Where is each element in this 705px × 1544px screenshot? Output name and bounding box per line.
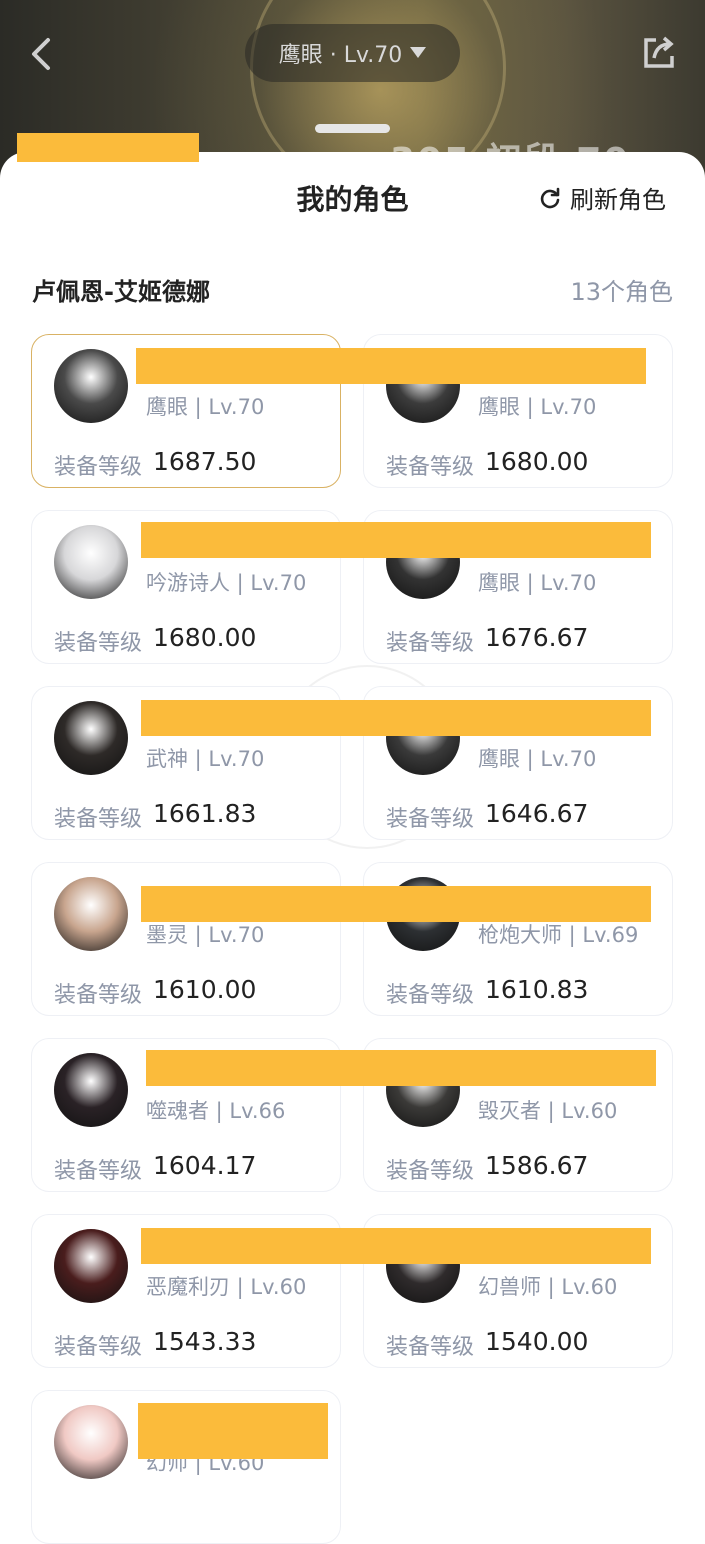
- equip-level-label: 装备等级: [54, 455, 143, 480]
- character-class-level: 毁灭者 | Lv.60: [478, 1099, 618, 1123]
- character-selector[interactable]: 鹰眼 · Lv.70: [245, 24, 460, 82]
- equip-level-label: 装备等级: [386, 983, 475, 1008]
- equip-level-value: 1676.67: [485, 623, 589, 652]
- character-avatar: [54, 1053, 128, 1127]
- character-avatar: [54, 877, 128, 951]
- character-avatar: [54, 1229, 128, 1303]
- equip-level-label: 装备等级: [54, 1159, 143, 1184]
- character-selector-label: 鹰眼 · Lv.70: [278, 43, 403, 68]
- refresh-icon: [540, 187, 560, 208]
- character-class-level: 噬魂者 | Lv.66: [146, 1099, 286, 1123]
- character-class-level: 吟游诗人 | Lv.70: [146, 571, 307, 595]
- redacted-block: [17, 133, 199, 162]
- share-icon[interactable]: [640, 34, 680, 74]
- sheet-drag-handle[interactable]: [315, 124, 390, 133]
- server-name: 卢佩恩-艾姬德娜: [32, 278, 210, 306]
- redacted-block: [141, 700, 651, 736]
- equip-level-value: 1646.67: [485, 799, 589, 828]
- equip-level-label: 装备等级: [386, 1159, 475, 1184]
- refresh-label: 刷新角色: [570, 186, 666, 214]
- character-class-level: 幻兽师 | Lv.60: [478, 1275, 618, 1299]
- character-class-level: 恶魔利刃 | Lv.60: [146, 1275, 307, 1299]
- character-class-level: 枪炮大师 | Lv.69: [478, 923, 639, 947]
- character-class-level: 鹰眼 | Lv.70: [478, 395, 597, 419]
- redacted-block: [136, 348, 646, 384]
- back-arrow-icon[interactable]: [28, 34, 68, 74]
- equip-level-label: 装备等级: [386, 455, 475, 480]
- equip-level-value: 1680.00: [153, 623, 257, 652]
- equip-level-value: 1687.50: [153, 447, 257, 476]
- character-avatar: [54, 349, 128, 423]
- equip-level-label: 装备等级: [386, 1335, 475, 1360]
- equip-level-label: 装备等级: [54, 983, 143, 1008]
- equip-level-value: 1610.83: [485, 975, 589, 1004]
- equip-level-value: 1543.33: [153, 1327, 257, 1356]
- equip-level-value: 1604.17: [153, 1151, 257, 1180]
- equip-level-label: 装备等级: [386, 631, 475, 656]
- redacted-block: [141, 1228, 651, 1264]
- character-class-level: 鹰眼 | Lv.70: [478, 571, 597, 595]
- caret-down-icon: [410, 47, 427, 58]
- equip-level-value: 1610.00: [153, 975, 257, 1004]
- character-class-level: 武神 | Lv.70: [146, 747, 265, 771]
- equip-level-value: 1680.00: [485, 447, 589, 476]
- role-count: 13个角色: [570, 278, 673, 306]
- equip-level-label: 装备等级: [386, 807, 475, 832]
- redacted-block: [138, 1403, 328, 1459]
- character-class-level: 鹰眼 | Lv.70: [146, 395, 265, 419]
- character-class-level: 鹰眼 | Lv.70: [478, 747, 597, 771]
- equip-level-value: 1540.00: [485, 1327, 589, 1356]
- equip-level-label: 装备等级: [54, 1335, 143, 1360]
- equip-level-value: 1586.67: [485, 1151, 589, 1180]
- character-avatar: [54, 701, 128, 775]
- equip-level-label: 装备等级: [54, 807, 143, 832]
- equip-level-label: 装备等级: [54, 631, 143, 656]
- refresh-button[interactable]: 刷新角色: [538, 180, 666, 215]
- character-avatar: [54, 1405, 128, 1479]
- redacted-block: [146, 1050, 656, 1086]
- equip-level-value: 1661.83: [153, 799, 257, 828]
- character-class-level: 墨灵 | Lv.70: [146, 923, 265, 947]
- character-avatar: [54, 525, 128, 599]
- redacted-block: [141, 522, 651, 558]
- redacted-block: [141, 886, 651, 922]
